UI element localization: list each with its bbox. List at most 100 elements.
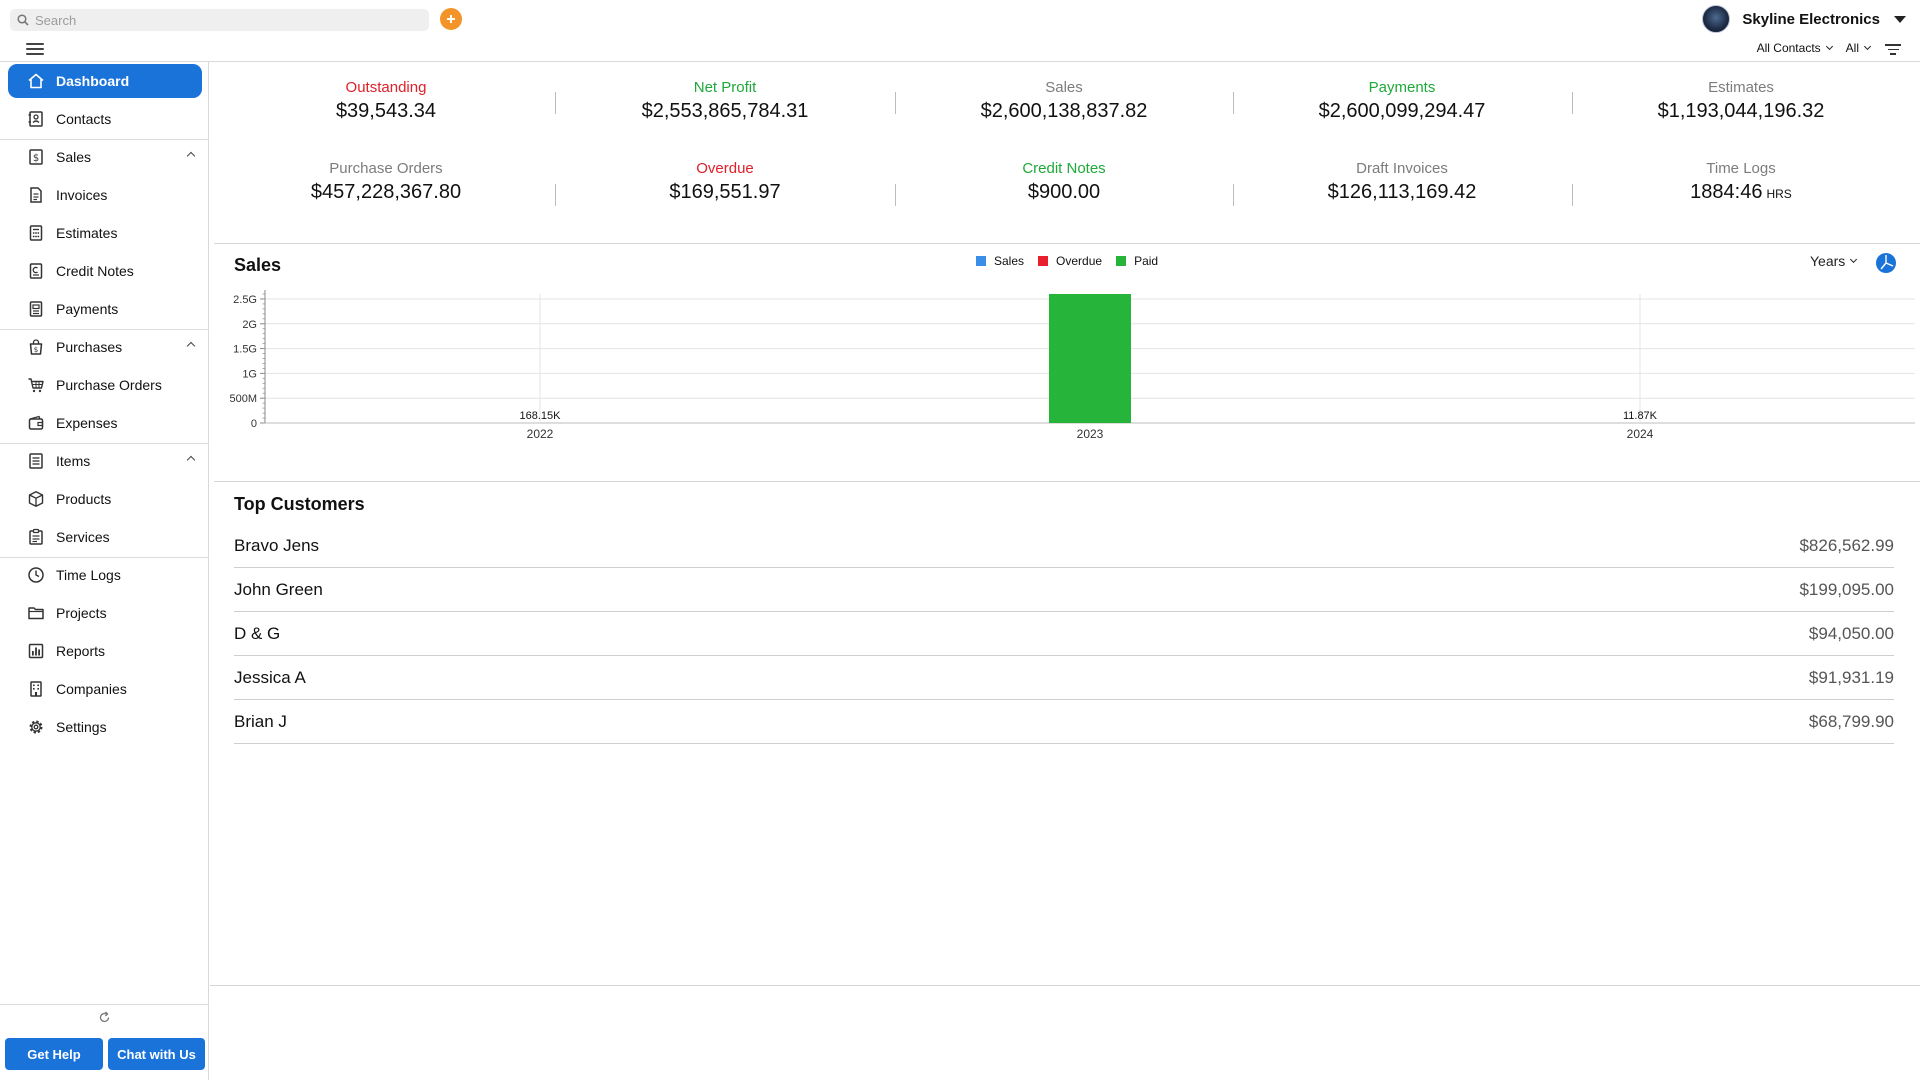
sidebar-item-products[interactable]: Products <box>8 482 202 516</box>
sidebar-item-label: Contacts <box>56 111 112 127</box>
stat-credit-notes[interactable]: Credit Notes $900.00 <box>914 160 1214 204</box>
sidebar-item-expenses[interactable]: Expenses <box>8 406 202 440</box>
stat-label: Credit Notes <box>1022 160 1106 177</box>
sidebar-item-reports[interactable]: Reports <box>8 634 202 668</box>
sidebar-item-settings[interactable]: Settings <box>8 710 202 744</box>
caret-down-icon <box>1894 15 1906 23</box>
sidebar-item-contacts[interactable]: Contacts <box>8 102 202 136</box>
bar-paid-2023 <box>1049 294 1131 423</box>
add-button[interactable] <box>440 8 462 30</box>
stat-outstanding[interactable]: Outstanding $39,543.34 <box>236 79 536 123</box>
sidebar-item-projects[interactable]: Projects <box>8 596 202 630</box>
customer-amount: $199,095.00 <box>1799 579 1894 599</box>
stat-value: $169,551.97 <box>669 181 781 203</box>
customer-amount: $826,562.99 <box>1799 535 1894 555</box>
stat-label: Outstanding <box>345 79 427 96</box>
period-dropdown[interactable]: Years <box>1810 253 1858 269</box>
menu-toggle-icon[interactable] <box>26 43 44 56</box>
customer-name: Brian J <box>234 711 287 731</box>
sidebar-item-label: Payments <box>56 301 119 317</box>
sidebar-item-label: Companies <box>56 681 127 697</box>
clipboard-icon <box>26 527 46 547</box>
stat-estimates[interactable]: Estimates $1,193,044,196.32 <box>1591 79 1891 123</box>
sidebar-item-label: Settings <box>56 719 107 735</box>
sidebar-item-label: Dashboard <box>56 73 130 89</box>
sidebar-item-services[interactable]: Services <box>8 520 202 554</box>
sidebar-item-items[interactable]: Items <box>8 444 202 478</box>
stat-label: Payments <box>1368 79 1436 96</box>
sidebar-item-dashboard[interactable]: Dashboard <box>8 64 202 98</box>
sidebar-item-purchase-orders[interactable]: Purchase Orders <box>8 368 202 402</box>
stat-time-logs[interactable]: Time Logs 1884:46 HRS <box>1591 160 1891 204</box>
customer-row[interactable]: Brian J $68,799.90 <box>234 700 1894 744</box>
sidebar-item-label: Purchases <box>56 339 123 355</box>
sidebar-item-time-logs[interactable]: Time Logs <box>8 558 202 592</box>
customer-row[interactable]: Jessica A $91,931.19 <box>234 656 1894 700</box>
footer-divider <box>210 985 1920 986</box>
sidebar-item-label: Items <box>56 453 91 469</box>
top-customers-title: Top Customers <box>234 494 365 514</box>
home-icon <box>26 71 46 91</box>
chevron-up-icon[interactable] <box>186 341 196 351</box>
customer-amount: $91,931.19 <box>1808 667 1894 687</box>
stat-draft-invoices[interactable]: Draft Invoices $126,113,169.42 <box>1252 160 1552 204</box>
customer-amount: $94,050.00 <box>1808 623 1894 643</box>
items-list-icon <box>26 451 46 471</box>
chevron-up-icon[interactable] <box>186 455 196 465</box>
get-help-button[interactable]: Get Help <box>5 1038 103 1070</box>
data-label: 11.87K <box>1623 410 1658 422</box>
data-label: 168.15K <box>520 410 562 422</box>
stat-net-profit[interactable]: Net Profit $2,553,865,784.31 <box>575 79 875 123</box>
contacts-filter-label: All Contacts <box>1756 41 1821 55</box>
chevron-up-icon[interactable] <box>186 151 196 161</box>
plus-icon <box>447 15 455 23</box>
sidebar-item-invoices[interactable]: Invoices <box>8 178 202 212</box>
stat-overdue[interactable]: Overdue $169,551.97 <box>575 160 875 204</box>
y-tick-label: 500M <box>229 393 257 405</box>
sidebar-item-purchases[interactable]: $ Purchases <box>8 330 202 364</box>
stat-label: Net Profit <box>693 79 757 96</box>
refresh-icon[interactable] <box>98 1011 111 1024</box>
sidebar-item-companies[interactable]: Companies <box>8 672 202 706</box>
customer-row[interactable]: John Green $199,095.00 <box>234 568 1894 612</box>
sidebar-item-estimates[interactable]: Estimates <box>8 216 202 250</box>
svg-text:$: $ <box>34 346 38 354</box>
search-icon <box>17 14 29 26</box>
contacts-filter-dropdown[interactable]: All Contacts <box>1756 41 1833 55</box>
stat-value: $900.00 <box>1027 181 1101 203</box>
search-box[interactable] <box>10 9 429 31</box>
sidebar-item-label: Time Logs <box>56 567 121 583</box>
company-switcher[interactable]: Skyline Electronics <box>1702 5 1906 33</box>
y-tick-label: 1G <box>242 368 257 380</box>
chat-with-us-button[interactable]: Chat with Us <box>108 1038 205 1070</box>
customer-row[interactable]: Bravo Jens $826,562.99 <box>234 524 1894 568</box>
stat-label: Draft Invoices <box>1356 160 1448 177</box>
stat-sales[interactable]: Sales $2,600,138,837.82 <box>914 79 1214 123</box>
clock-icon <box>26 565 46 585</box>
sidebar-item-label: Purchase Orders <box>56 377 162 393</box>
scope-filter-dropdown[interactable]: All <box>1845 41 1872 55</box>
company-logo <box>1702 5 1731 33</box>
legend-item-overdue[interactable]: Overdue <box>1038 254 1102 268</box>
customer-row[interactable]: D & G $94,050.00 <box>234 612 1894 656</box>
pie-chart-icon[interactable] <box>1875 252 1897 274</box>
search-input[interactable] <box>35 12 415 28</box>
legend-item-sales[interactable]: Sales <box>976 254 1024 268</box>
stat-purchase-orders[interactable]: Purchase Orders $457,228,367.80 <box>236 160 536 204</box>
scope-filter-label: All <box>1845 41 1859 55</box>
stat-payments[interactable]: Payments $2,600,099,294.47 <box>1252 79 1552 123</box>
sidebar-item-label: Expenses <box>56 415 118 431</box>
folder-icon <box>26 603 46 623</box>
legend-item-paid[interactable]: Paid <box>1116 254 1158 268</box>
stat-value: $126,113,169.42 <box>1327 181 1477 203</box>
sidebar-item-label: Reports <box>56 643 106 659</box>
sidebar-item-credit-notes[interactable]: Credit Notes <box>8 254 202 288</box>
purchase-bag-icon: $ <box>26 337 46 357</box>
sidebar-item-label: Projects <box>56 605 107 621</box>
sidebar-item-label: Products <box>56 491 112 507</box>
sidebar-item-sales[interactable]: $ Sales <box>8 140 202 174</box>
sort-filter-icon[interactable] <box>1884 41 1902 55</box>
stat-label: Overdue <box>696 160 754 177</box>
sidebar-item-payments[interactable]: Payments <box>8 292 202 326</box>
stat-value-number: 1884:46 <box>1690 181 1763 203</box>
